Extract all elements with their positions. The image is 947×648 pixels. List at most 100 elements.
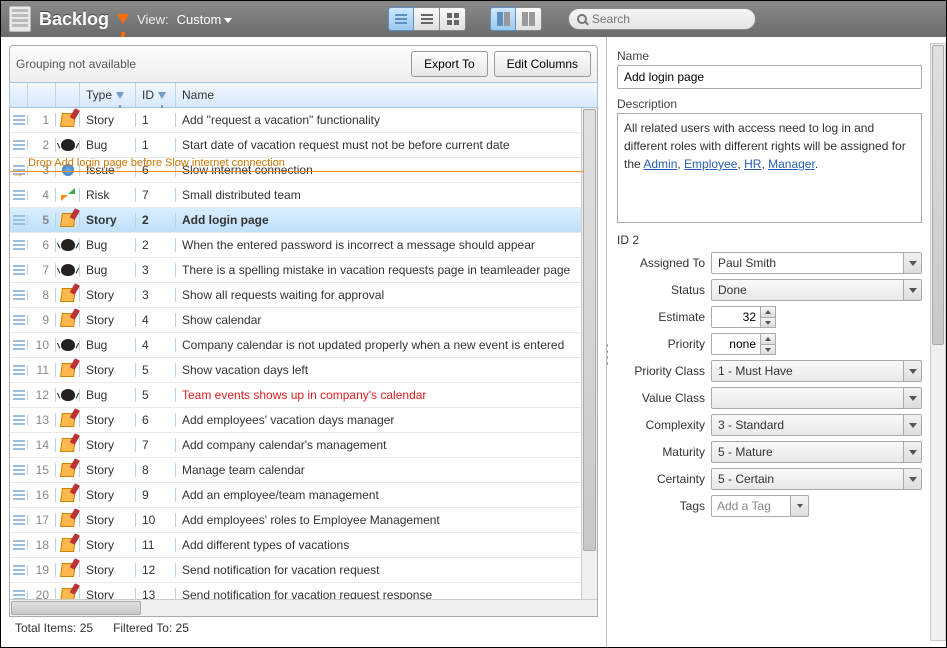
col-icon[interactable] — [56, 83, 80, 107]
complexity-select[interactable]: 3 - Standard — [711, 414, 922, 436]
maturity-select[interactable]: 5 - Mature — [711, 441, 922, 463]
spin-up-icon[interactable] — [761, 334, 775, 344]
drag-handle-icon[interactable] — [13, 365, 25, 375]
filter-icon[interactable] — [116, 92, 124, 99]
row-id: 11 — [136, 538, 176, 552]
row-number: 18 — [28, 538, 56, 552]
table-row[interactable]: 8Story3Show all requests waiting for app… — [10, 283, 597, 308]
tags-dropdown-button[interactable] — [791, 495, 809, 517]
priority-input[interactable] — [711, 333, 761, 355]
link-employee[interactable]: Employee — [684, 157, 737, 171]
table-row[interactable]: 19Story12Send notification for vacation … — [10, 558, 597, 583]
table-row[interactable]: 4Risk7Small distributed team — [10, 183, 597, 208]
table-row[interactable]: 5Story2Add login page — [10, 208, 597, 233]
spin-down-icon[interactable] — [761, 317, 775, 327]
priority-class-select[interactable]: 1 - Must Have — [711, 360, 922, 382]
drag-handle-icon[interactable] — [13, 465, 25, 475]
drag-handle-icon[interactable] — [13, 115, 25, 125]
drag-handle-icon[interactable] — [13, 440, 25, 450]
drag-handle-icon[interactable] — [13, 315, 25, 325]
status-select[interactable]: Done — [711, 279, 922, 301]
table-row[interactable]: 12Bug5Team events shows up in company's … — [10, 383, 597, 408]
col-type[interactable]: Type — [80, 83, 136, 107]
tags-input[interactable]: Add a Tag — [711, 495, 791, 517]
link-hr[interactable]: HR — [744, 157, 761, 171]
estimate-input[interactable] — [711, 306, 761, 328]
drag-handle-icon[interactable] — [13, 390, 25, 400]
link-manager[interactable]: Manager — [768, 157, 815, 171]
spin-up-icon[interactable] — [761, 307, 775, 317]
col-id[interactable]: ID — [136, 83, 176, 107]
drag-handle-icon[interactable] — [13, 565, 25, 575]
table-row[interactable]: 7Bug3There is a spelling mistake in vaca… — [10, 258, 597, 283]
tree-view-button[interactable] — [440, 7, 466, 31]
backlog-icon — [9, 6, 31, 32]
details-scrollbar[interactable] — [930, 43, 946, 641]
scroll-thumb[interactable] — [11, 601, 141, 615]
certainty-select[interactable]: 5 - Certain — [711, 468, 922, 490]
row-name: Add employees' roles to Employee Managem… — [176, 513, 597, 527]
drag-handle-icon[interactable] — [13, 515, 25, 525]
drag-handle-icon[interactable] — [13, 340, 25, 350]
search-box[interactable] — [568, 8, 756, 30]
row-number: 17 — [28, 513, 56, 527]
row-id: 5 — [136, 363, 176, 377]
type-icon — [56, 438, 80, 452]
table-row[interactable]: 2Bug1Start date of vacation request must… — [10, 133, 597, 158]
link-admin[interactable]: Admin — [643, 157, 677, 171]
horizontal-scrollbar[interactable] — [10, 599, 597, 616]
vertical-scrollbar[interactable] — [581, 108, 597, 599]
table-row[interactable]: 18Story11Add different types of vacation… — [10, 533, 597, 558]
table-row[interactable]: 9Story4Show calendar — [10, 308, 597, 333]
drop-indicator: → Drop Add login page before Slow intern… — [10, 171, 583, 172]
type-icon — [56, 313, 80, 327]
search-input[interactable] — [592, 12, 748, 26]
full-layout-button[interactable] — [516, 7, 542, 31]
view-dropdown[interactable]: Custom — [177, 12, 233, 27]
drag-handle-icon[interactable] — [13, 415, 25, 425]
drag-handle-icon[interactable] — [13, 190, 25, 200]
table-row[interactable]: 17Story10Add employees' roles to Employe… — [10, 508, 597, 533]
details-panel: Name Description All related users with … — [606, 37, 946, 647]
scroll-thumb[interactable] — [932, 45, 944, 345]
filter-icon[interactable] — [117, 14, 129, 24]
value-class-select[interactable] — [711, 387, 922, 409]
table-row[interactable]: 15Story8Manage team calendar — [10, 458, 597, 483]
drag-handle-icon[interactable] — [13, 265, 25, 275]
drag-handle-icon[interactable] — [13, 140, 25, 150]
splitter-handle[interactable] — [606, 342, 610, 366]
table-row[interactable]: 10Bug4Company calendar is not updated pr… — [10, 333, 597, 358]
compact-view-button[interactable] — [414, 7, 440, 31]
drag-handle-icon[interactable] — [13, 290, 25, 300]
filter-icon[interactable] — [158, 92, 166, 99]
drag-handle-icon[interactable] — [13, 240, 25, 250]
table-row[interactable]: 16Story9Add an employee/team management — [10, 483, 597, 508]
type-icon — [56, 339, 80, 351]
col-name[interactable]: Name — [176, 83, 597, 107]
spin-down-icon[interactable] — [761, 344, 775, 354]
col-handle[interactable] — [10, 83, 28, 107]
table-row[interactable]: 1Story1Add "request a vacation" function… — [10, 108, 597, 133]
split-layout-button[interactable] — [490, 7, 516, 31]
table-row[interactable]: 6Bug2When the entered password is incorr… — [10, 233, 597, 258]
priority-spinner[interactable] — [711, 333, 776, 355]
edit-columns-button[interactable]: Edit Columns — [494, 51, 591, 77]
table-row[interactable]: 14Story7Add company calendar's managemen… — [10, 433, 597, 458]
row-name: Manage team calendar — [176, 463, 597, 477]
table-row[interactable]: 11Story5Show vacation days left — [10, 358, 597, 383]
certainty-label: Certainty — [617, 472, 705, 486]
drag-handle-icon[interactable] — [13, 215, 25, 225]
list-view-button[interactable] — [388, 7, 414, 31]
description-box[interactable]: All related users with access need to lo… — [617, 113, 922, 223]
scroll-thumb[interactable] — [583, 109, 596, 551]
row-number: 7 — [28, 263, 56, 277]
estimate-spinner[interactable] — [711, 306, 776, 328]
col-number[interactable] — [28, 83, 56, 107]
row-type: Bug — [80, 388, 136, 402]
export-button[interactable]: Export To — [411, 51, 487, 77]
drag-handle-icon[interactable] — [13, 490, 25, 500]
drag-handle-icon[interactable] — [13, 540, 25, 550]
name-input[interactable] — [617, 65, 922, 89]
assigned-select[interactable]: Paul Smith — [711, 252, 922, 274]
table-row[interactable]: 13Story6Add employees' vacation days man… — [10, 408, 597, 433]
